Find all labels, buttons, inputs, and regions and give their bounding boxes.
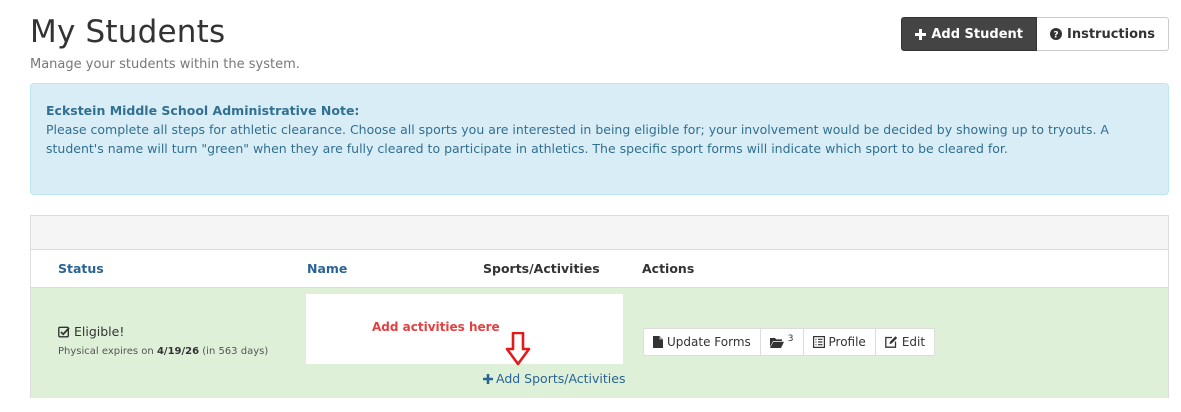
column-sports-header: Sports/Activities [483, 261, 600, 276]
instructions-button[interactable]: ? Instructions [1036, 17, 1169, 51]
svg-text:?: ? [1053, 31, 1058, 41]
row-actions: Update Forms 3 Profile Edit [643, 328, 936, 356]
edit-icon [884, 336, 898, 348]
status-label: Eligible! [74, 324, 125, 339]
edit-label: Edit [901, 335, 926, 349]
folder-count-badge: 3 [787, 334, 794, 344]
add-student-label: Add Student [931, 26, 1023, 42]
students-panel: Status Name Sports/Activities Actions El… [30, 215, 1169, 398]
documents-folder-button[interactable]: 3 [759, 328, 803, 356]
update-forms-button[interactable]: Update Forms [643, 328, 760, 356]
note-title: Eckstein Middle School Administrative No… [46, 103, 360, 118]
file-icon [653, 336, 663, 348]
check-square-icon [58, 326, 70, 338]
down-arrow-icon [505, 332, 531, 366]
column-status-header[interactable]: Status [58, 261, 104, 276]
table-row: Eligible! Physical expires on 4/19/26 (i… [31, 287, 1168, 398]
plus-icon [483, 373, 493, 384]
profile-label: Profile [828, 335, 866, 349]
add-student-button[interactable]: Add Student [901, 17, 1037, 51]
add-sports-label: Add Sports/Activities [496, 371, 626, 386]
edit-button[interactable]: Edit [874, 328, 936, 356]
page-subtitle: Manage your students within the system. [30, 57, 300, 72]
profile-button[interactable]: Profile [802, 328, 875, 356]
expires-prefix: Physical expires on [58, 346, 154, 357]
list-alt-icon [812, 336, 825, 348]
instructions-label: Instructions [1066, 26, 1155, 42]
page-title: My Students [30, 14, 226, 50]
update-forms-label: Update Forms [667, 335, 751, 349]
plus-icon [915, 28, 927, 40]
note-body: Please complete all steps for athletic c… [46, 122, 1109, 156]
question-circle-icon: ? [1049, 28, 1062, 41]
header-button-group: Add Student ? Instructions [901, 17, 1169, 51]
annotation-label: Add activities here [372, 320, 500, 334]
panel-heading [31, 216, 1168, 250]
folder-open-icon [769, 337, 784, 348]
column-name-header[interactable]: Name [307, 261, 347, 276]
column-actions-header: Actions [642, 261, 695, 276]
add-sports-link[interactable]: Add Sports/Activities [483, 371, 625, 386]
expires-date: 4/19/26 [156, 346, 200, 357]
expires-suffix: (in 563 days) [202, 346, 269, 357]
physical-expires-text: Physical expires on 4/19/26 (in 563 days… [58, 346, 268, 357]
status-cell: Eligible! [58, 324, 124, 339]
administrative-note: Eckstein Middle School Administrative No… [30, 83, 1169, 195]
